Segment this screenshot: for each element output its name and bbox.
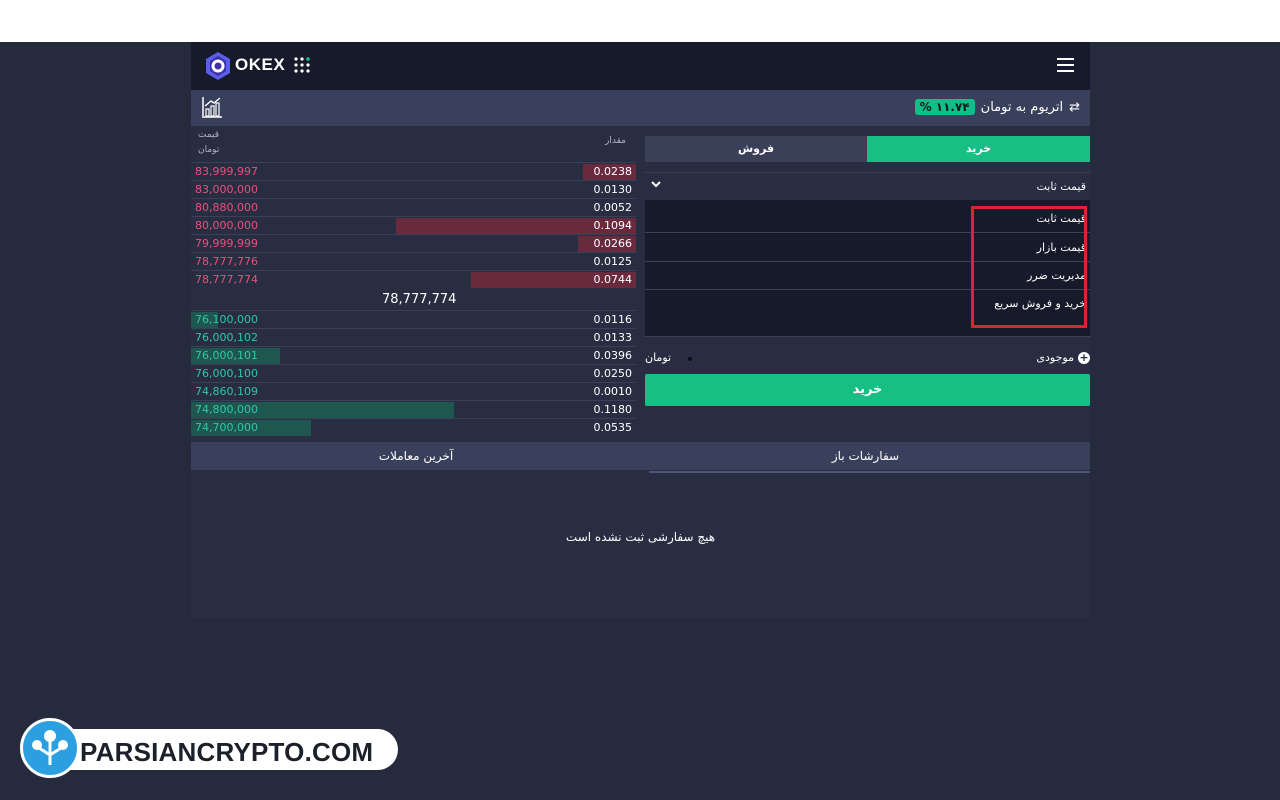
- watermark-text: PARSIANCRYPTO.COM: [80, 737, 374, 767]
- row-qty: 0.0133: [593, 331, 633, 344]
- ask-row[interactable]: 80,880,000 0.0052: [191, 198, 636, 217]
- ask-row[interactable]: 80,000,000 0.1094: [191, 216, 636, 235]
- bid-row[interactable]: 76,100,000 0.0116: [191, 310, 636, 329]
- row-price: 76,000,101: [195, 349, 258, 362]
- chart-icon[interactable]: [200, 95, 224, 119]
- highlight-box: [971, 206, 1087, 328]
- row-qty: 0.0052: [593, 201, 633, 214]
- price-header-label: قیمت: [198, 130, 220, 140]
- row-price: 80,000,000: [195, 219, 258, 232]
- row-price: 79,999,999: [195, 237, 258, 250]
- pair-bar: ⇄ اتریوم به تومان % ۱۱.۷۴: [191, 90, 1090, 126]
- price-change-badge: % ۱۱.۷۴: [914, 99, 975, 115]
- balance-button[interactable]: + موجودی: [1036, 351, 1090, 364]
- pair-selector[interactable]: ⇄ اتریوم به تومان % ۱۱.۷۴: [914, 99, 1080, 115]
- mid-price: 78,777,774: [382, 292, 457, 307]
- ask-row[interactable]: 83,000,000 0.0130: [191, 180, 636, 199]
- bid-row[interactable]: 74,700,000 0.0535: [191, 418, 636, 437]
- row-qty: 0.0130: [593, 183, 633, 196]
- row-qty: 0.0396: [593, 349, 633, 362]
- tab-buy[interactable]: خرید: [867, 136, 1090, 162]
- okex-logo-icon[interactable]: [203, 51, 233, 81]
- row-qty: 0.0238: [593, 165, 633, 178]
- bid-row[interactable]: 74,800,000 0.1180: [191, 400, 636, 419]
- watermark-logo-icon: [20, 718, 80, 778]
- balance-label: موجودی: [1036, 351, 1074, 364]
- watermark-badge: PARSIANCRYPTO.COM: [20, 718, 398, 778]
- row-price: 78,777,774: [195, 273, 258, 286]
- top-blank-strip: [0, 0, 1280, 42]
- bottom-tabs: آخرین معاملات سفارشات باز: [191, 442, 1090, 473]
- hamburger-icon[interactable]: [1057, 58, 1074, 72]
- row-price: 83,999,997: [195, 165, 258, 178]
- bid-row[interactable]: 74,860,109 0.0010: [191, 382, 636, 401]
- ask-row[interactable]: 83,999,997 0.0238: [191, 162, 636, 181]
- row-qty: 0.1180: [593, 403, 633, 416]
- row-qty: 0.0116: [593, 313, 633, 326]
- balance-unit: تومان: [645, 351, 672, 364]
- row-price: 80,880,000: [195, 201, 258, 214]
- price-unit-label: تومان: [198, 145, 220, 155]
- row-qty: 0.0744: [593, 273, 633, 286]
- row-qty: 0.1094: [593, 219, 633, 232]
- ask-row[interactable]: 78,777,776 0.0125: [191, 252, 636, 271]
- empty-state-message: هیچ سفارشی ثبت نشده است: [565, 530, 716, 544]
- price-column-header: قیمت تومان: [198, 128, 219, 158]
- row-qty: 0.0250: [593, 367, 633, 380]
- qty-column-header: مقدار: [605, 136, 626, 146]
- ask-row[interactable]: 79,999,999 0.0266: [191, 234, 636, 253]
- balance-value-dot: [688, 357, 692, 361]
- pair-name: اتریوم به تومان: [980, 99, 1064, 115]
- logo-text: OKEX: [235, 55, 286, 74]
- bid-row[interactable]: 76,000,102 0.0133: [191, 328, 636, 347]
- tab-open-orders[interactable]: سفارشات باز: [641, 442, 1090, 470]
- row-price: 78,777,776: [195, 255, 258, 268]
- ask-row[interactable]: 78,777,774 0.0744: [191, 270, 636, 289]
- swap-arrows-icon: ⇄: [1069, 99, 1080, 115]
- plus-icon: +: [1078, 350, 1090, 364]
- row-qty: 0.0010: [593, 385, 633, 398]
- order-type-dropdown: قیمت ثابت قیمت بازار مدیریت ضرر خرید و ف…: [645, 200, 1090, 337]
- row-price: 76,000,102: [195, 331, 258, 344]
- buy-button[interactable]: خرید: [645, 374, 1090, 406]
- side-tabs: فروش خرید: [645, 136, 1090, 162]
- row-price: 74,860,109: [195, 385, 258, 398]
- tab-recent-trades[interactable]: آخرین معاملات: [191, 442, 641, 470]
- row-qty: 0.0125: [593, 255, 633, 268]
- tab-sell[interactable]: فروش: [645, 136, 867, 162]
- row-qty: 0.0535: [593, 421, 633, 434]
- order-book: قیمت تومان مقدار 83,999,997 0.0238 83,000,…: [191, 126, 636, 436]
- bid-row[interactable]: 76,000,100 0.0250: [191, 364, 636, 383]
- row-price: 76,000,100: [195, 367, 258, 380]
- order-type-select[interactable]: قیمت ثابت: [645, 172, 1090, 202]
- grid-apps-icon[interactable]: [293, 56, 311, 74]
- orders-panel: هیچ سفارشی ثبت نشده است: [191, 474, 1090, 618]
- row-price: 74,700,000: [195, 421, 258, 434]
- chevron-down-icon: [651, 181, 661, 188]
- order-type-selected: قیمت ثابت: [1036, 180, 1086, 193]
- row-price: 74,800,000: [195, 403, 258, 416]
- row-price: 76,100,000: [195, 313, 258, 326]
- balance-row: تومان + موجودی: [645, 349, 1090, 367]
- row-price: 83,000,000: [195, 183, 258, 196]
- exchange-app: OKEX ⇄ اتریوم به تومان % ۱۱.۷۴ قیمت توما…: [191, 42, 1090, 618]
- row-qty: 0.0266: [593, 237, 633, 250]
- bid-row[interactable]: 76,000,101 0.0396: [191, 346, 636, 365]
- active-tab-underline: [649, 471, 1090, 473]
- navbar: OKEX: [191, 42, 1090, 90]
